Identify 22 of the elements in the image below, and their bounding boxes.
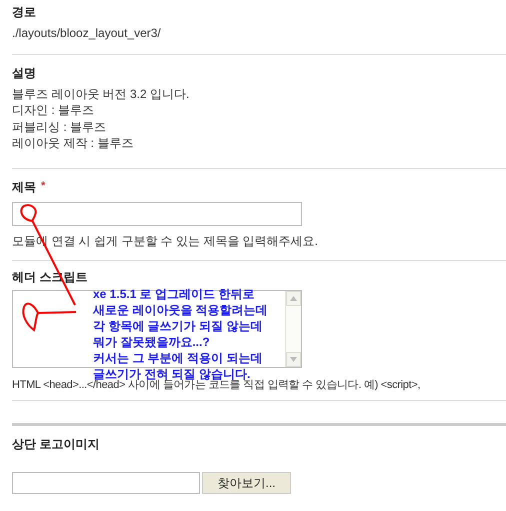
scroll-down-icon xyxy=(286,352,301,366)
file-path-field[interactable] xyxy=(12,472,200,494)
annotation-text: 글쓰기가 전혀 되질 않습니다. xyxy=(93,366,250,381)
field-label: 경로 xyxy=(12,4,36,21)
annotation-text: 뭐가 잘못됐을까요...? xyxy=(93,334,211,350)
description-text: 퍼블리싱 : 블루즈 xyxy=(12,118,108,135)
field-label: 설명 xyxy=(12,64,36,82)
description-text: ./layouts/blooz_layout_ver3/ xyxy=(12,25,162,42)
annotation-text: 커서는 그 부분에 적용이 되는데 xyxy=(93,350,264,366)
script-textarea[interactable] xyxy=(12,290,302,368)
field-label: 제목 xyxy=(12,178,36,196)
description-text: 레이아웃 제작 : 블루즈 xyxy=(12,135,134,152)
scroll-up-icon xyxy=(286,290,301,306)
title-input-field[interactable] xyxy=(12,202,302,226)
description-text: 블루즈 레이아웃 버전 3.2 입니다. xyxy=(12,86,190,102)
annotation-text: 각 항목에 글쓰기가 되질 않는데 xyxy=(93,318,264,334)
field-label: 상단 로고이미지 xyxy=(12,436,100,453)
description-text: 디자인 : 블루즈 xyxy=(12,102,96,118)
annotation-text: 새로운 레이아웃을 적용할려는데 xyxy=(93,302,268,318)
required-asterisk: * xyxy=(41,179,46,194)
annotation-text: xe 1.5.1 로 업그레이드 한뒤로 xyxy=(93,286,256,302)
browse-button[interactable]: 찾아보기... xyxy=(202,472,291,494)
